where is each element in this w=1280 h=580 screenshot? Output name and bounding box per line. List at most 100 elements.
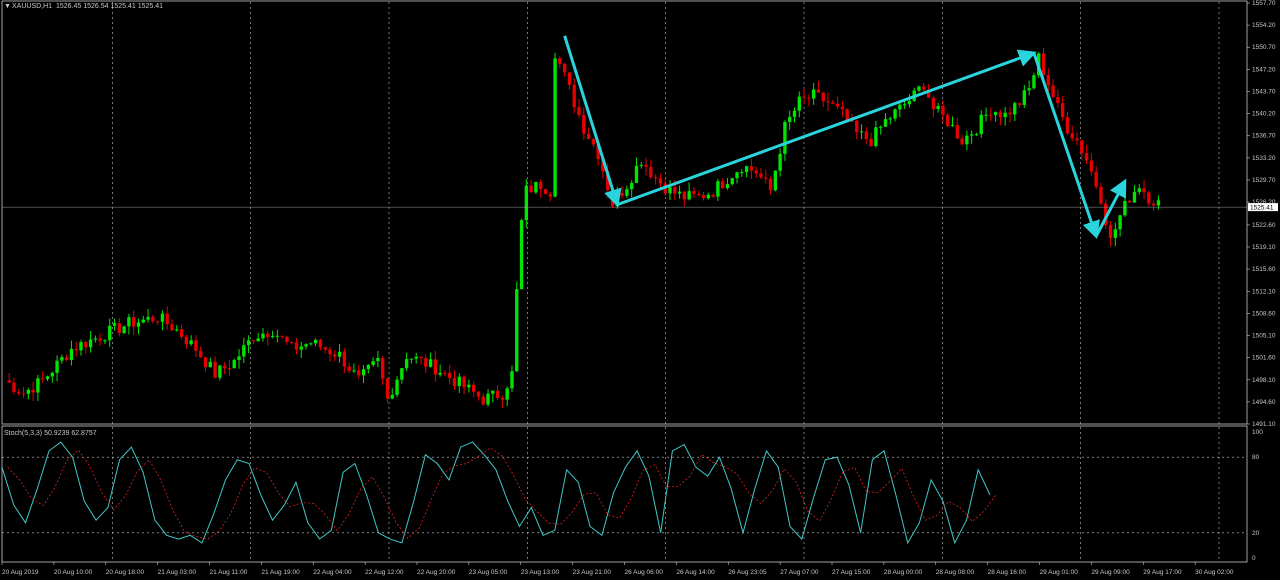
candle-body	[328, 349, 332, 355]
candle-body	[1137, 188, 1141, 193]
candle-body	[907, 100, 912, 105]
candle-body	[577, 107, 581, 115]
candle-body	[783, 121, 787, 154]
candle-body	[299, 346, 303, 350]
candle-body	[716, 181, 720, 197]
candle-body	[634, 165, 639, 183]
candle-body	[677, 191, 682, 194]
price-axis-label: 1498.10	[1252, 377, 1276, 384]
time-axis-label: 28 Aug 00:00	[884, 569, 923, 576]
candle-body	[931, 97, 936, 110]
candle-body	[1156, 200, 1161, 206]
candle-body	[189, 340, 193, 345]
candle-body	[811, 89, 816, 99]
candle-body	[855, 120, 859, 132]
candle-body	[567, 72, 572, 85]
time-axis-label: 29 Aug 09:00	[1091, 569, 1130, 576]
candle-body	[1051, 85, 1055, 98]
candle-body	[888, 118, 892, 120]
candle-body	[112, 323, 117, 326]
candle-body	[17, 392, 21, 394]
candle-body	[711, 194, 715, 197]
candle-body	[706, 194, 710, 199]
candle-body	[630, 182, 634, 190]
chart-menu-arrow-icon[interactable]: ▼	[4, 3, 11, 10]
candle-body	[1032, 75, 1036, 89]
candle-body	[898, 104, 902, 110]
candle-body	[553, 58, 557, 197]
price-axis-label: 1501.60	[1252, 355, 1276, 362]
candle-body	[1128, 200, 1132, 203]
candle-body	[400, 368, 404, 380]
candle-body	[309, 343, 313, 345]
candle-body	[261, 333, 265, 339]
candle-body	[323, 347, 327, 350]
candle-body	[639, 164, 643, 166]
candle-body	[409, 358, 414, 360]
candle-body	[941, 105, 945, 115]
candle-body	[294, 342, 299, 350]
candle-body	[462, 376, 466, 388]
price-axis-label: 1512.10	[1252, 288, 1276, 295]
candle-body	[524, 185, 529, 221]
stoch-main-line	[1, 441, 991, 545]
candle-body	[313, 339, 318, 344]
candle-body	[759, 173, 763, 178]
price-axis-label: 1519.10	[1252, 244, 1276, 251]
candle-body	[117, 323, 121, 333]
candle-body	[730, 178, 734, 185]
candle-body	[318, 339, 323, 348]
candle-body	[371, 361, 375, 365]
candle-body	[859, 131, 864, 133]
candle-body	[448, 372, 452, 379]
candle-body	[998, 112, 1003, 118]
candle-body	[1080, 140, 1084, 154]
price-axis-label: 1515.60	[1252, 266, 1276, 273]
time-axis-label: 22 Aug 20:00	[417, 569, 456, 576]
candle-body	[1070, 133, 1074, 139]
candle-body	[88, 339, 93, 348]
candle-body	[586, 133, 591, 140]
candle-body	[1003, 112, 1007, 118]
candle-body	[347, 366, 351, 371]
candle-body	[175, 329, 179, 331]
time-axis-label: 20 Aug 2019	[2, 569, 39, 576]
candle-body	[357, 370, 361, 376]
candle-body	[366, 364, 370, 370]
candle-body	[31, 389, 35, 393]
candle-body	[740, 172, 744, 174]
ohlc-readout: 1526.45 1526.54 1525.41 1525.41	[56, 3, 163, 10]
candle-body	[955, 125, 959, 139]
time-axis-label: 27 Aug 15:00	[832, 569, 871, 576]
candle-body	[701, 195, 706, 199]
candle-body	[7, 380, 11, 383]
price-axis-label: 1536.70	[1252, 133, 1276, 140]
candle-body	[84, 342, 88, 348]
candle-body	[682, 191, 687, 200]
candle-body	[778, 153, 782, 171]
time-axis-label: 30 Aug 02:00	[1195, 569, 1234, 576]
candle-body	[491, 390, 495, 394]
candle-body	[649, 166, 653, 178]
candle-body	[625, 189, 629, 196]
price-axis-label: 1554.20	[1252, 22, 1276, 29]
candle-body	[232, 359, 236, 369]
candle-body	[529, 185, 533, 193]
candle-body	[653, 177, 658, 179]
candle-body	[337, 351, 342, 357]
candle-body	[390, 394, 394, 399]
candle-body	[1017, 103, 1022, 105]
candle-body	[1008, 112, 1012, 115]
candle-body	[965, 135, 969, 145]
candle-body	[93, 338, 98, 340]
candle-body	[146, 316, 150, 320]
candle-body	[807, 97, 811, 99]
candle-body	[510, 371, 514, 389]
candle-body	[1147, 192, 1151, 204]
candle-body	[1075, 138, 1079, 141]
price-chart[interactable]: 1557.70 1554.20 1550.70 1547.20 1543.70 1540.…	[0, 0, 1280, 580]
time-axis-label: 22 Aug 12:00	[365, 569, 404, 576]
time-axis-label: 21 Aug 19:00	[261, 569, 300, 576]
candle-body	[404, 359, 409, 369]
axes: 1557.70 1554.20 1550.70 1547.20 1543.70 1540.…	[1, 0, 1278, 576]
